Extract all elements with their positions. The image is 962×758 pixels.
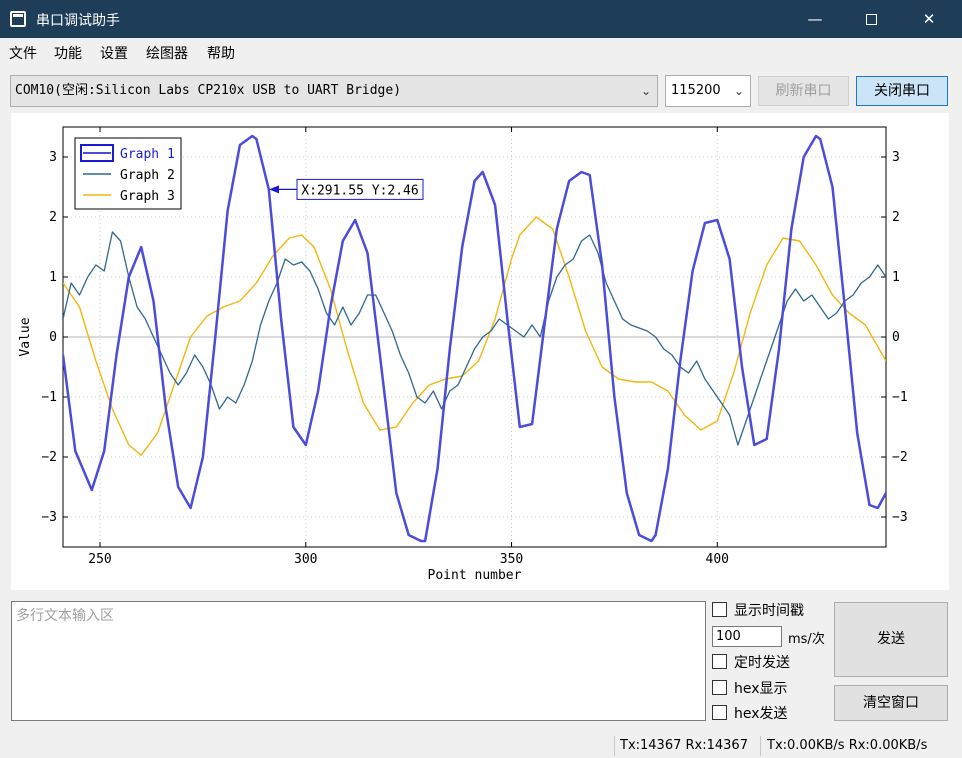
minimize-icon: — [807, 10, 823, 28]
maximize-button[interactable] [848, 0, 894, 38]
menu-bar: 文件 功能 设置 绘图器 帮助 [0, 38, 962, 64]
app-icon [10, 11, 26, 27]
interval-input[interactable]: 100 [712, 626, 782, 647]
legend-label: Graph 3 [120, 189, 175, 204]
menu-help[interactable]: 帮助 [207, 43, 235, 63]
menu-function[interactable]: 功能 [54, 43, 82, 63]
status-bar: Tx:14367 Rx:14367 Tx:0.00KB/s Rx:0.00KB/… [0, 734, 962, 758]
y-tick-label-left: −2 [41, 450, 57, 465]
baud-select[interactable]: 115200 ⌄ [665, 75, 751, 107]
y-tick-label-right: 3 [892, 150, 900, 165]
x-axis-label: Point number [428, 568, 522, 583]
status-transfer-rates: Tx:0.00KB/s Rx:0.00KB/s [767, 738, 928, 753]
window-title: 串口调试助手 [36, 13, 120, 29]
legend-label: Graph 1 [120, 147, 175, 162]
refresh-port-button[interactable]: 刷新串口 [758, 76, 849, 106]
checkbox-label: hex发送 [734, 706, 788, 722]
menu-settings[interactable]: 设置 [100, 43, 128, 63]
status-byte-counts: Tx:14367 Rx:14367 [620, 738, 748, 753]
checkbox-box[interactable] [712, 680, 727, 695]
status-divider [614, 736, 615, 756]
x-tick-label: 250 [88, 552, 111, 567]
cursor-label: X:291.55 Y:2.46 [301, 183, 418, 198]
plot-area[interactable]: 250 300 350 400 −3 −3 −2 −2 −1 −1 0 0 1 1 2 2 3 3 Point nu… [11, 113, 949, 590]
checkbox-label: 显示时间戳 [734, 603, 804, 619]
y-tick-label-left: −1 [41, 390, 57, 405]
clear-window-button[interactable]: 清空窗口 [834, 685, 948, 721]
menu-plotter[interactable]: 绘图器 [146, 43, 188, 63]
checkbox-box[interactable] [712, 654, 727, 669]
y-tick-label-right: −2 [892, 450, 908, 465]
baud-select-value: 115200 [671, 83, 721, 98]
minimize-button[interactable]: — [792, 0, 838, 38]
send-text-input[interactable]: 多行文本输入区 [11, 601, 706, 721]
y-tick-label-left: 2 [49, 210, 57, 225]
x-tick-label: 350 [500, 552, 523, 567]
maximize-icon [865, 14, 877, 25]
status-divider [760, 736, 761, 756]
port-select[interactable]: COM10(空闲:Silicon Labs CP210x USB to UART… [10, 75, 658, 107]
close-port-button[interactable]: 关闭串口 [856, 76, 948, 106]
chevron-down-icon: ⌄ [733, 84, 744, 98]
checkbox-box[interactable] [712, 602, 727, 617]
x-tick-label: 300 [294, 552, 317, 567]
close-button[interactable]: ✕ [906, 0, 952, 38]
series-line-graph-3[interactable] [63, 216, 886, 456]
series-line-graph-2[interactable] [63, 231, 886, 446]
title-bar: 串口调试助手 — ✕ [0, 0, 962, 38]
y-tick-label-right: 0 [892, 330, 900, 345]
y-tick-label-right: −1 [892, 390, 908, 405]
legend-label: Graph 2 [120, 168, 175, 183]
y-tick-label-left: 1 [49, 270, 57, 285]
checkbox-box[interactable] [712, 705, 727, 720]
app-window: 串口调试助手 — ✕ 文件 功能 设置 绘图器 帮助 COM10(空闲:Sili… [0, 0, 962, 758]
port-select-value: COM10(空闲:Silicon Labs CP210x USB to UART… [15, 83, 402, 98]
send-text-placeholder: 多行文本输入区 [16, 608, 114, 624]
x-tick-label: 400 [706, 552, 729, 567]
y-tick-label-right: 1 [892, 270, 900, 285]
y-axis-label: Value [18, 317, 33, 356]
y-tick-label-left: 3 [49, 150, 57, 165]
chevron-down-icon: ⌄ [640, 84, 651, 98]
interval-unit-label: ms/次 [788, 632, 825, 647]
close-icon: ✕ [922, 10, 936, 28]
line-chart[interactable]: 250 300 350 400 −3 −3 −2 −2 −1 −1 0 0 1 1 2 2 3 3 Point nu… [11, 113, 949, 590]
send-button[interactable]: 发送 [834, 602, 948, 677]
y-tick-label-right: −3 [892, 510, 908, 525]
y-tick-label-left: 0 [49, 330, 57, 345]
y-tick-label-left: −3 [41, 510, 57, 525]
series-line-graph-1[interactable] [63, 134, 886, 543]
y-tick-label-right: 2 [892, 210, 900, 225]
checkbox-label: 定时发送 [734, 655, 790, 671]
checkbox-label: hex显示 [734, 681, 788, 697]
menu-file[interactable]: 文件 [9, 43, 37, 63]
